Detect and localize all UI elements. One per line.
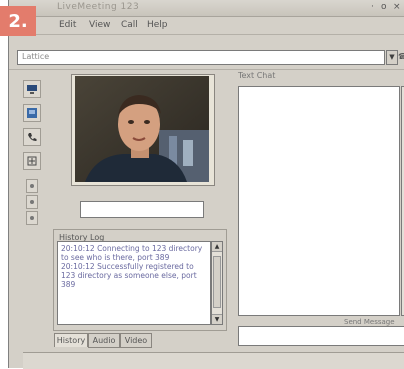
step-number-badge: 2. <box>0 6 36 36</box>
whiteboard-icon <box>27 108 37 118</box>
history-log-text: 20:10:12 Connecting to 123 directory to … <box>61 244 203 289</box>
menu-bar: Edit View Call Help <box>9 17 404 35</box>
text-chat-area <box>238 86 400 316</box>
dot-icon <box>30 200 34 204</box>
tool-button-6[interactable] <box>26 195 38 209</box>
phone-icon <box>28 133 37 142</box>
text-chat-label: Text Chat <box>238 71 276 80</box>
monitor-tool-button[interactable] <box>23 80 41 98</box>
call-icon[interactable]: ☎ <box>398 50 404 63</box>
tab-history[interactable]: History <box>54 333 88 347</box>
tab-video[interactable]: Video <box>120 333 152 348</box>
scroll-thumb[interactable] <box>213 256 221 308</box>
address-value: Lattice <box>22 52 50 61</box>
tool-button-5[interactable] <box>26 179 38 193</box>
tab-audio[interactable]: Audio <box>88 333 120 348</box>
title-bar: LiveMeeting 123 · o × <box>9 0 404 17</box>
history-log-box: 20:10:12 Connecting to 123 directory to … <box>57 241 211 325</box>
tool-button-7[interactable] <box>26 211 38 225</box>
status-bar <box>23 352 404 369</box>
message-input[interactable] <box>238 326 404 346</box>
share-icon <box>27 156 37 166</box>
whiteboard-tool-button[interactable] <box>23 104 41 122</box>
scroll-up-arrow-icon[interactable]: ▲ <box>212 242 222 252</box>
video-caption-field[interactable] <box>80 201 204 218</box>
window-title: LiveMeeting 123 <box>57 2 140 12</box>
share-tool-button[interactable] <box>23 152 41 170</box>
app-window: LiveMeeting 123 · o × Edit View Call Hel… <box>8 0 404 369</box>
maximize-button[interactable]: o <box>381 2 387 12</box>
history-scrollbar[interactable]: ▲ ▼ <box>211 241 223 325</box>
close-button[interactable]: × <box>393 2 401 12</box>
monitor-icon <box>27 85 37 94</box>
dot-icon <box>30 184 34 188</box>
minimize-button[interactable]: · <box>371 2 374 12</box>
toolbar-divider <box>9 69 404 70</box>
menu-help[interactable]: Help <box>147 20 168 30</box>
send-message-label: Send Message <box>344 318 395 326</box>
webcam-video <box>75 76 209 182</box>
address-dropdown-button[interactable]: ▼ <box>386 50 398 65</box>
phone-tool-button[interactable] <box>23 128 41 146</box>
chevron-down-icon: ▼ <box>389 53 395 61</box>
menu-edit[interactable]: Edit <box>59 20 76 30</box>
dot-icon <box>30 216 34 220</box>
menu-view[interactable]: View <box>89 20 110 30</box>
address-combobox[interactable]: Lattice <box>17 50 385 65</box>
menu-call[interactable]: Call <box>121 20 138 30</box>
scroll-down-arrow-icon[interactable]: ▼ <box>212 314 222 324</box>
